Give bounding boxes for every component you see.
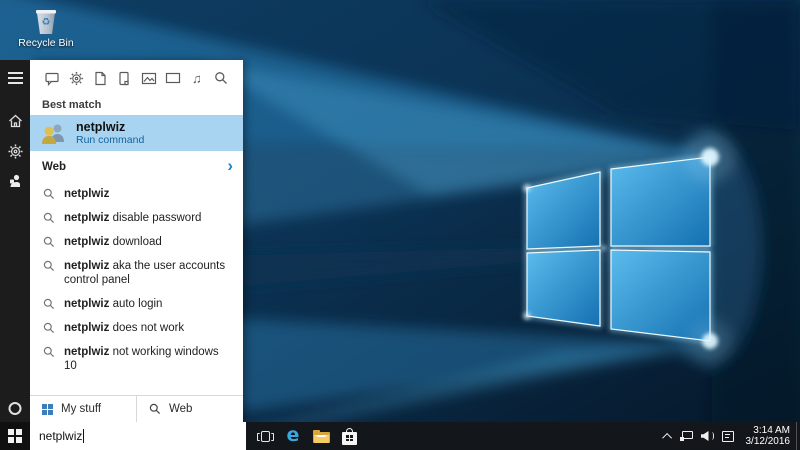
web-search-filter-icon[interactable] (212, 69, 230, 87)
web-section-label: Web (42, 161, 67, 173)
search-icon (43, 188, 55, 200)
search-filter-row (30, 60, 243, 93)
home-icon (8, 114, 22, 128)
edge-icon (287, 426, 300, 446)
best-match-title: netplwiz (76, 119, 126, 134)
search-icon (43, 236, 55, 248)
hamburger-icon (7, 69, 23, 87)
windows-start-icon (8, 429, 22, 443)
windows-store-button[interactable] (337, 422, 361, 450)
suggestion-item[interactable]: netplwiz disable password (30, 206, 243, 230)
web-suggestions-list: netplwiz netplwiz disable password netpl… (30, 182, 243, 378)
my-stuff-button[interactable]: My stuff (30, 396, 136, 422)
recycle-bin-label: Recycle Bin (18, 37, 74, 49)
clock-time: 3:14 AM (753, 424, 790, 436)
file-explorer-icon (312, 429, 330, 443)
file-explorer-button[interactable] (309, 422, 333, 450)
edge-browser-button[interactable] (281, 422, 305, 450)
suggestion-item[interactable]: netplwiz auto login (30, 292, 243, 316)
best-match-result[interactable]: netplwiz Run command (30, 115, 243, 151)
suggestion-item[interactable]: netplwiz not working windows 10 (30, 340, 243, 378)
web-scope-label: Web (169, 403, 193, 415)
hidden-icons-button[interactable] (661, 422, 676, 450)
user-accounts-icon (42, 124, 64, 144)
settings-gear-icon (7, 143, 23, 159)
task-view-button[interactable] (253, 422, 277, 450)
best-match-header: Best match (42, 99, 102, 111)
start-button[interactable] (0, 422, 30, 450)
search-icon (43, 260, 55, 272)
search-sidebar (0, 60, 30, 422)
tablet-filter-icon[interactable] (115, 69, 133, 87)
store-icon (341, 427, 357, 445)
sidebar-settings-button[interactable] (0, 136, 30, 166)
taskbar-search-input[interactable]: netplwiz (30, 422, 246, 450)
network-icon (679, 431, 693, 441)
search-icon (43, 346, 55, 358)
network-tray-button[interactable] (676, 422, 697, 450)
document-filter-icon[interactable] (91, 69, 109, 87)
search-icon (43, 298, 55, 310)
my-stuff-label: My stuff (61, 403, 102, 415)
taskbar-app-buttons (253, 422, 361, 450)
action-center-icon (721, 430, 734, 442)
task-view-icon (256, 430, 274, 442)
suggestion-item[interactable]: netplwiz download (30, 230, 243, 254)
best-match-subtitle: Run command (76, 133, 145, 146)
volume-icon (700, 431, 714, 442)
desktop: ♻ Recycle Bin ♫ Best match netplwiz Run … (0, 0, 800, 450)
recycle-bin-icon: ♻ (36, 10, 56, 34)
suggestion-item[interactable]: netplwiz (30, 182, 243, 206)
recycle-bin[interactable]: ♻ Recycle Bin (14, 6, 78, 49)
taskbar-clock[interactable]: 3:14 AM 3/12/2016 (738, 425, 797, 448)
chat-filter-icon[interactable] (43, 69, 61, 87)
search-scope-footer: My stuff Web (30, 395, 243, 422)
clock-date: 3/12/2016 (745, 436, 791, 447)
web-section-header[interactable]: Web (30, 151, 243, 182)
photos-filter-icon[interactable] (140, 69, 158, 87)
system-tray: 3:14 AM 3/12/2016 (661, 422, 800, 450)
svg-text:♻: ♻ (42, 17, 51, 28)
settings-filter-icon[interactable] (67, 69, 85, 87)
video-filter-icon[interactable] (164, 69, 182, 87)
search-icon (43, 212, 55, 224)
sidebar-feedback-button[interactable] (0, 166, 30, 196)
action-center-button[interactable] (718, 422, 738, 450)
suggestion-item[interactable]: netplwiz aka the user accounts control p… (30, 254, 243, 292)
search-icon (149, 403, 161, 415)
text-caret (83, 429, 85, 443)
taskbar: netplwiz e 3:14 AM 3/12/2016 (0, 422, 800, 450)
search-input-value: netplwiz (39, 429, 83, 443)
chevron-up-icon (661, 432, 672, 443)
music-filter-icon[interactable] (188, 69, 206, 87)
hamburger-menu-button[interactable] (0, 63, 30, 93)
web-scope-button[interactable]: Web (136, 396, 243, 422)
person-feedback-icon (10, 174, 20, 187)
search-icon (43, 322, 55, 334)
chevron-right-icon (227, 158, 233, 176)
sidebar-home-button[interactable] (0, 106, 30, 136)
cortana-circle-icon[interactable] (8, 402, 22, 415)
show-desktop-button[interactable] (796, 422, 800, 450)
windows-flag-icon (42, 403, 53, 415)
volume-tray-button[interactable] (697, 422, 718, 450)
suggestion-item[interactable]: netplwiz does not work (30, 316, 243, 340)
search-results-panel: Best match netplwiz Run command Web netp… (30, 60, 243, 422)
